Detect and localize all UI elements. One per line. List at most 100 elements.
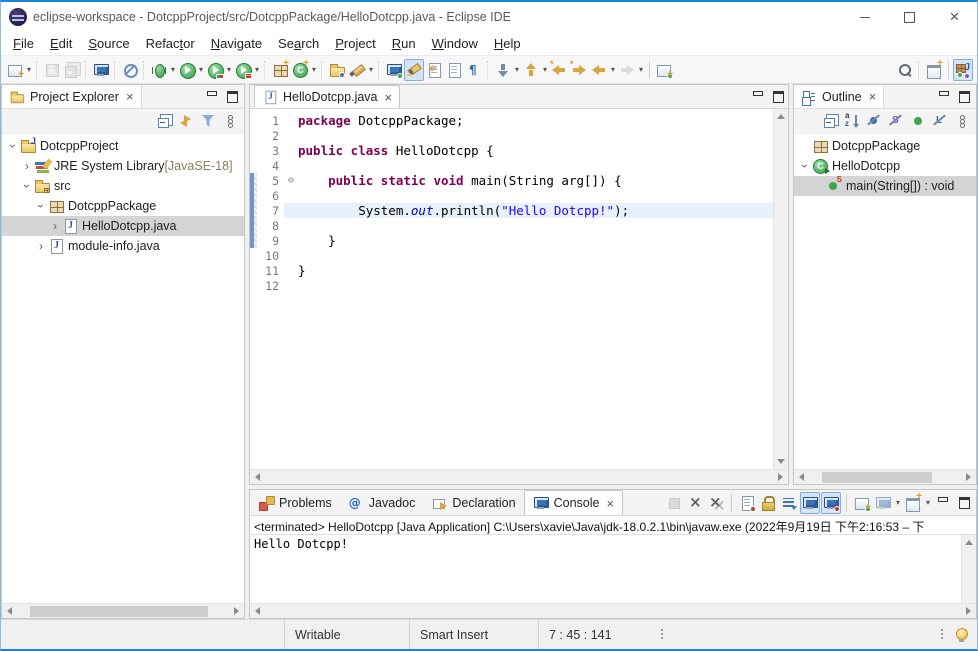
tab-javadoc[interactable]: Javadoc [340, 490, 424, 515]
expander-open-icon[interactable]: › [20, 179, 34, 193]
code-line-1[interactable]: 1package DotcppPackage; [250, 113, 773, 128]
forward-dropdown[interactable] [637, 62, 645, 78]
link-with-editor-toggle[interactable] [176, 110, 196, 132]
maximize-editor-button[interactable] [768, 88, 788, 106]
expander-closed-icon[interactable]: › [34, 239, 48, 253]
new-java-package-button[interactable] [270, 59, 290, 81]
back-dropdown[interactable] [609, 62, 617, 78]
menu-refactor[interactable]: Refactor [138, 33, 203, 54]
scroll-right-arrow[interactable] [234, 607, 239, 615]
scroll-right-arrow[interactable] [966, 607, 971, 615]
tab-console[interactable]: Console [524, 490, 623, 515]
next-edit-location-button[interactable] [569, 59, 589, 81]
coverage-button[interactable] [205, 59, 225, 81]
hide-non-public-button[interactable] [908, 110, 928, 132]
open-type-button[interactable] [327, 59, 347, 81]
menu-navigate[interactable]: Navigate [203, 33, 270, 54]
editor-hscrollbar[interactable] [250, 469, 788, 484]
run-button[interactable] [177, 59, 197, 81]
tab-problems[interactable]: Problems [250, 490, 340, 515]
menu-run[interactable]: Run [384, 33, 424, 54]
display-console-dropdown[interactable] [894, 495, 902, 511]
code-line-11[interactable]: 11} [250, 263, 773, 278]
code-line-8[interactable]: 8 [250, 218, 773, 233]
explorer-item-dotcpppackage[interactable]: ›DotcppPackage [2, 196, 244, 216]
console-hscrollbar[interactable] [250, 603, 976, 618]
next-annotation-button[interactable] [493, 59, 513, 81]
scroll-down-arrow[interactable] [777, 459, 785, 464]
view-menu-button[interactable] [952, 110, 972, 132]
save-all-button[interactable] [62, 59, 82, 81]
explorer-item-hellodotcpp-java[interactable]: ›HelloDotcpp.java [2, 216, 244, 236]
profile-button[interactable] [233, 59, 253, 81]
minimize-view-button[interactable] [202, 88, 222, 106]
explorer-item-dotcppproject[interactable]: ›DotcppProject [2, 136, 244, 156]
scroll-right-arrow[interactable] [778, 473, 783, 481]
expander-closed-icon[interactable]: › [48, 219, 62, 233]
scroll-left-arrow[interactable] [255, 607, 260, 615]
scroll-lock-button[interactable] [758, 492, 778, 514]
project-explorer-hscrollbar[interactable] [2, 603, 244, 618]
explorer-item-jre-system-library[interactable]: ›JRE System Library [JavaSE-18] [2, 156, 244, 176]
menu-search[interactable]: Search [270, 33, 327, 54]
menu-file[interactable]: File [5, 33, 42, 54]
word-wrap-button[interactable] [779, 492, 799, 514]
pin-editor-button[interactable] [654, 59, 674, 81]
display-selected-console-button[interactable] [873, 492, 893, 514]
code-line-2[interactable]: 2 [250, 128, 773, 143]
show-on-stdout-button[interactable] [800, 492, 820, 514]
terminal-button[interactable] [91, 59, 111, 81]
fold-marker-icon[interactable]: ⊖ [284, 175, 298, 186]
console-vscrollbar[interactable] [961, 535, 976, 603]
next-annotation-dropdown[interactable] [513, 62, 521, 78]
new-class-dropdown[interactable] [310, 62, 318, 78]
new-wizard-button[interactable] [5, 59, 25, 81]
minimize-button[interactable] [842, 2, 887, 32]
scroll-right-arrow[interactable] [966, 473, 971, 481]
explorer-item-module-info-java[interactable]: ›module-info.java [2, 236, 244, 256]
open-console-dropdown[interactable] [924, 495, 932, 511]
code-line-7[interactable]: 7 System.out.println("Hello Dotcpp!"); [250, 203, 773, 218]
outline-item-main-string-void[interactable]: main(String[]) : void [794, 176, 976, 196]
open-perspective-button[interactable] [924, 59, 944, 81]
tab-project-explorer[interactable]: Project Explorer [2, 85, 142, 108]
filter-button[interactable] [198, 110, 218, 132]
menu-source[interactable]: Source [80, 33, 137, 54]
close-icon[interactable] [867, 89, 877, 104]
editor-vscrollbar[interactable] [773, 109, 788, 469]
code-line-3[interactable]: 3public class HelloDotcpp { [250, 143, 773, 158]
code-editor[interactable]: 1package DotcppPackage;23public class He… [250, 109, 773, 469]
run-dropdown[interactable] [197, 62, 205, 78]
hide-static-members-button[interactable] [886, 110, 906, 132]
expander-closed-icon[interactable]: › [20, 159, 34, 173]
outline-item-dotcpppackage[interactable]: DotcppPackage [794, 136, 976, 156]
close-icon[interactable] [604, 496, 614, 511]
code-line-4[interactable]: 4 [250, 158, 773, 173]
link-with-editor-button[interactable] [424, 59, 444, 81]
view-menu-button[interactable] [220, 110, 240, 132]
maximize-view-button[interactable] [222, 88, 242, 106]
code-line-5[interactable]: 5⊖ public static void main(String arg[])… [250, 173, 773, 188]
lightbulb-icon[interactable] [953, 627, 969, 643]
save-button[interactable] [42, 59, 62, 81]
scroll-left-arrow[interactable] [799, 473, 804, 481]
code-line-12[interactable]: 12 [250, 278, 773, 293]
code-line-9[interactable]: 9 } [250, 233, 773, 248]
forward-button[interactable] [617, 59, 637, 81]
show-on-stderr-button[interactable] [821, 492, 841, 514]
back-button[interactable] [589, 59, 609, 81]
show-selected-element-button[interactable] [444, 59, 464, 81]
previous-annotation-button[interactable] [521, 59, 541, 81]
terminate-button[interactable] [664, 492, 684, 514]
search-dropdown[interactable] [367, 62, 375, 78]
tab-hellodotcpp-java[interactable]: HelloDotcpp.java [254, 85, 400, 108]
minimize-view-button[interactable] [933, 494, 953, 512]
java-perspective-button[interactable] [953, 59, 973, 81]
hide-fields-button[interactable] [864, 110, 884, 132]
search-button[interactable] [895, 59, 915, 81]
menu-window[interactable]: Window [424, 33, 486, 54]
close-button[interactable] [932, 2, 977, 32]
expander-open-icon[interactable]: › [34, 199, 48, 213]
mark-occurrences-button[interactable] [404, 59, 424, 81]
show-whitespace-button[interactable] [464, 59, 484, 81]
